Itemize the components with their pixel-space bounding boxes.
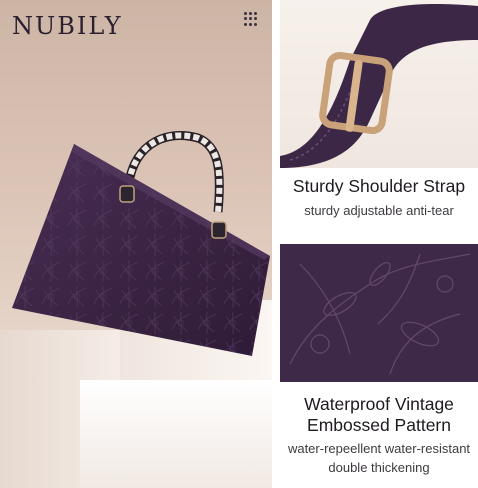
product-page: NUBILY Sturdy Shoulder Strap sturdy adju… [0, 0, 478, 488]
feature-embossed-title-line2: Embossed Pattern [307, 415, 451, 435]
feature-strap-subtitle: sturdy adjustable anti-tear [304, 203, 454, 218]
grid-dots-icon[interactable] [244, 12, 258, 26]
product-scene: NUBILY [0, 0, 272, 488]
feature-embossed-title-line1: Waterproof Vintage [304, 394, 454, 414]
embossed-pattern-image [280, 244, 478, 382]
brand-logo: NUBILY [12, 12, 123, 40]
feature-embossed-subtitle-line2: double thickening [328, 460, 430, 475]
pedestal-front [80, 380, 272, 488]
handbag-image [12, 130, 270, 356]
strap-closeup-image [280, 0, 478, 168]
feature-embossed-subtitle-line1: water-repeellent water-resistant [287, 441, 471, 456]
feature-embossed-title: Waterproof Vintage Embossed Pattern [280, 394, 478, 436]
feature-embossed-subtitle: water-repeellent water-resistant double … [280, 439, 478, 477]
feature-strap-title: Sturdy Shoulder Strap [292, 176, 466, 196]
